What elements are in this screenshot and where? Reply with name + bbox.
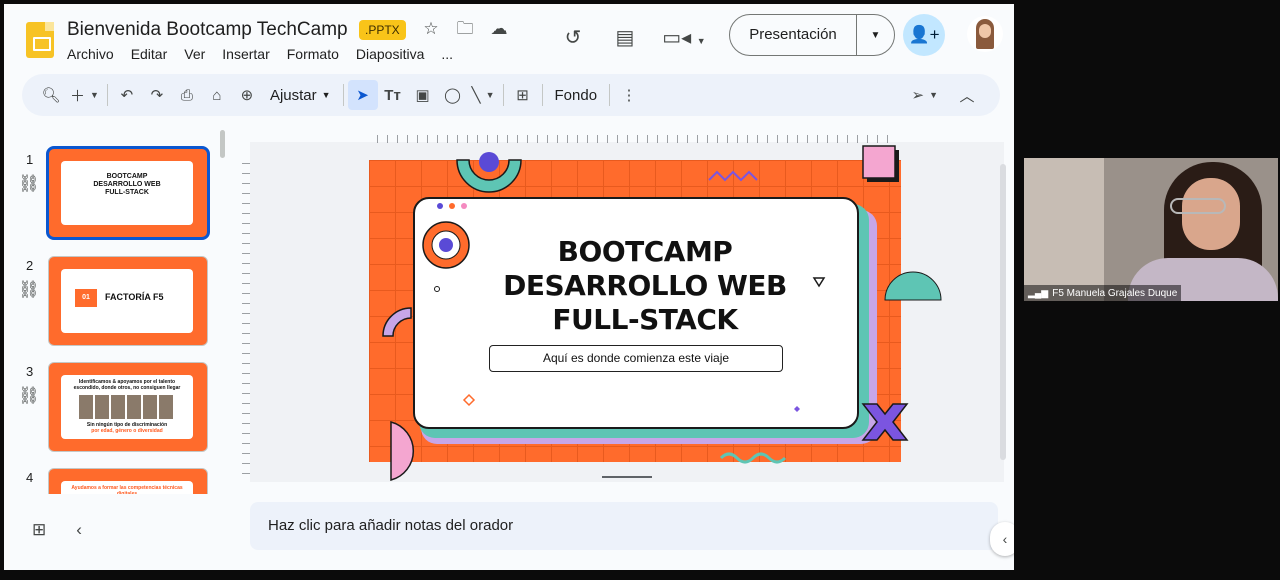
- video-person-glasses: [1170, 198, 1226, 214]
- line-icon[interactable]: ╲ ▼: [468, 80, 499, 110]
- purple-spark-shape: [794, 406, 800, 412]
- zigzag-shape: [708, 170, 758, 182]
- file-format-badge: .PPTX: [359, 20, 406, 40]
- zoom-label: Ajustar: [269, 86, 317, 104]
- present-options-chevron-icon[interactable]: ▼: [857, 30, 894, 41]
- thumb-footer-accent: por edad, género o diversidad: [91, 428, 163, 434]
- purple-circle-shape: [479, 152, 499, 172]
- participant-name: ▂▄▆ F5 Manuela Grajales Duque: [1024, 285, 1182, 301]
- menu-more[interactable]: ...: [441, 46, 453, 62]
- slide-number: 4: [26, 470, 34, 485]
- participant-name-text: F5 Manuela Grajales Duque: [1052, 288, 1178, 299]
- thumb-title: Ayudamos a formar las competencias técni…: [71, 485, 183, 494]
- teal-half-circle-shape: [884, 271, 942, 301]
- collapse-filmstrip-chevron-icon[interactable]: ‹: [76, 520, 82, 540]
- video-participant-tile[interactable]: ▂▄▆ F5 Manuela Grajales Duque: [1024, 158, 1278, 301]
- image-icon[interactable]: ▣: [408, 80, 438, 110]
- toolbar-divider: [609, 84, 611, 106]
- side-panel-chevron-icon[interactable]: ‹: [990, 522, 1014, 556]
- notes-resize-handle[interactable]: [602, 476, 652, 478]
- menu-bar: Archivo Editar Ver Insertar Formato Diap…: [67, 46, 453, 62]
- menu-insertar[interactable]: Insertar: [222, 46, 269, 62]
- undo-icon[interactable]: ↶: [112, 80, 142, 110]
- present-label[interactable]: Presentación: [730, 15, 857, 55]
- search-menus-icon[interactable]: 🔍︎: [36, 80, 66, 110]
- slide-filmstrip: 1 ⛓ BOOTCAMP DESARROLLO WEB FULL-STACK 2…: [4, 134, 236, 494]
- toolbar-divider: [502, 84, 504, 106]
- share-add-person-icon[interactable]: 👤+: [903, 14, 945, 56]
- thumb-title: BOOTCAMP DESARROLLO WEB FULL-STACK: [93, 173, 161, 196]
- vertical-ruler: [242, 154, 250, 474]
- lilac-arc-shape: [382, 307, 412, 337]
- account-avatar[interactable]: [967, 16, 1003, 52]
- purple-cross-shape: [861, 403, 909, 441]
- link-icon[interactable]: ⛓: [18, 174, 40, 194]
- collapse-toolbar-chevron-icon[interactable]: ︿: [952, 80, 982, 110]
- slide-number: 2: [26, 258, 34, 273]
- teal-wave-shape: [719, 452, 787, 464]
- link-icon[interactable]: ⛓: [18, 280, 40, 300]
- menu-archivo[interactable]: Archivo: [67, 46, 114, 62]
- zoom-select[interactable]: Ajustar ▼: [262, 80, 339, 110]
- canvas-scrollbar[interactable]: [1000, 164, 1006, 460]
- small-ring-shape: [434, 286, 440, 292]
- slide-thumbnail-3[interactable]: Identificamos & apoyamos por el talento …: [48, 362, 208, 452]
- more-options-icon[interactable]: ⋮: [614, 80, 644, 110]
- background-button[interactable]: Fondo: [547, 80, 606, 110]
- link-icon[interactable]: ⛓: [18, 386, 40, 406]
- slides-logo-icon[interactable]: [26, 22, 54, 58]
- comments-icon[interactable]: ▤: [611, 24, 639, 52]
- toolbar: 🔍︎ ＋ ▼ ↶ ↷ ⎙ ⌂ ⊕ Ajustar ▼ ➤ Tт ▣ ◯ ╲ ▼ ⊞ F…: [22, 74, 1000, 116]
- slides-app-window: Bienvenida Bootcamp TechCamp .PPTX ☆ 🗀 ☁…: [4, 4, 1014, 570]
- triangle-shape: [812, 277, 826, 288]
- slide-decorations: [382, 145, 942, 481]
- zoom-icon[interactable]: ⊕: [232, 80, 262, 110]
- thumb-title: FACTORÍA F5: [105, 292, 164, 302]
- pink-half-shape: [390, 421, 415, 481]
- select-cursor-icon[interactable]: ➤: [347, 80, 378, 110]
- menu-ver[interactable]: Ver: [184, 46, 205, 62]
- history-icon[interactable]: ↺: [559, 24, 587, 52]
- present-button[interactable]: Presentación ▼: [729, 14, 895, 56]
- slide-thumbnail-2[interactable]: 01 FACTORÍA F5: [48, 256, 208, 346]
- menu-editar[interactable]: Editar: [131, 46, 168, 62]
- text-box-icon[interactable]: Tт: [378, 80, 408, 110]
- shape-icon[interactable]: ◯: [438, 80, 468, 110]
- slide-number: 1: [26, 152, 34, 167]
- toolbar-divider: [541, 84, 543, 106]
- thumb-chip: 01: [75, 289, 97, 307]
- target-circle-center: [439, 238, 453, 252]
- menu-diapositiva[interactable]: Diapositiva: [356, 46, 424, 62]
- slide-number: 3: [26, 364, 34, 379]
- redo-icon[interactable]: ↷: [142, 80, 172, 110]
- video-background: [1024, 158, 1104, 301]
- grid-view-icon[interactable]: ⊞: [32, 520, 46, 540]
- meet-camera-icon[interactable]: ▭◂ ▼: [661, 24, 707, 52]
- thumb-photo-grid: [79, 395, 175, 419]
- signal-bars-icon: ▂▄▆: [1028, 288, 1049, 298]
- toolbar-divider: [106, 84, 108, 106]
- pen-pointer-icon[interactable]: ➢ ▼: [908, 80, 943, 110]
- video-person-face: [1182, 178, 1240, 250]
- new-slide-icon[interactable]: ＋ ▼: [66, 80, 103, 110]
- filmstrip-scrollbar[interactable]: [220, 130, 225, 158]
- move-folder-icon[interactable]: 🗀: [454, 18, 476, 40]
- current-slide[interactable]: BOOTCAMP DESARROLLO WEB FULL-STACK Aquí …: [369, 145, 942, 481]
- thumb-title: Identificamos & apoyamos por el talento …: [73, 379, 181, 391]
- speaker-notes[interactable]: Haz clic para añadir notas del orador: [250, 502, 998, 550]
- slide-thumbnail-1[interactable]: BOOTCAMP DESARROLLO WEB FULL-STACK: [46, 146, 210, 240]
- paint-format-icon[interactable]: ⌂: [202, 80, 232, 110]
- toolbar-divider: [342, 84, 344, 106]
- menu-formato[interactable]: Formato: [287, 46, 339, 62]
- pink-square-shape: [862, 145, 896, 179]
- orange-diamond-shape: [462, 393, 476, 407]
- add-comment-icon[interactable]: ⊞: [508, 80, 538, 110]
- cloud-status-icon[interactable]: ☁: [488, 18, 510, 40]
- document-title[interactable]: Bienvenida Bootcamp TechCamp: [67, 19, 348, 41]
- star-icon[interactable]: ☆: [420, 18, 442, 40]
- slide-thumbnail-4[interactable]: Ayudamos a formar las competencias técni…: [48, 468, 208, 494]
- print-icon[interactable]: ⎙: [172, 80, 202, 110]
